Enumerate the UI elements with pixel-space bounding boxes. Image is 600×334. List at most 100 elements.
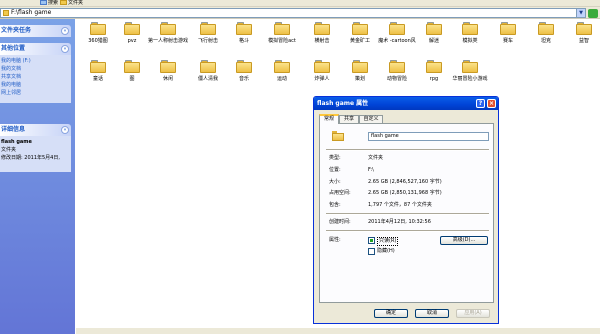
folder-icon bbox=[90, 22, 106, 35]
folder-icon bbox=[3, 10, 9, 16]
folder-icon bbox=[576, 22, 592, 35]
folder-icon bbox=[274, 60, 290, 73]
search-button[interactable]: 搜索 bbox=[40, 0, 58, 6]
readonly-checkbox[interactable] bbox=[368, 237, 375, 244]
folder-item[interactable]: 运动 bbox=[260, 60, 304, 98]
details-panel: 详细信息 « flash game 文件夹 修改日期: 2011年5月4日, bbox=[0, 124, 71, 172]
created-label: 创建时间: bbox=[329, 219, 351, 225]
location-label: 位置: bbox=[329, 167, 341, 173]
address-path: F:\flash game bbox=[11, 9, 52, 16]
details-name: flash game bbox=[1, 139, 32, 145]
place-link[interactable]: 我的电脑 (F:) bbox=[1, 57, 70, 65]
divider bbox=[326, 213, 489, 215]
readonly-label[interactable]: 只读(R) bbox=[377, 237, 399, 246]
advanced-button[interactable]: 高级(D)... bbox=[440, 236, 488, 245]
contains-value: 1,797 个文件，87 个文件夹 bbox=[368, 202, 432, 208]
folder-item[interactable]: 益智 bbox=[562, 22, 600, 60]
folder-icon bbox=[352, 22, 368, 35]
place-link[interactable]: 网上邻居 bbox=[1, 89, 70, 97]
folder-name-input[interactable]: flash game bbox=[368, 132, 489, 141]
folder-icon bbox=[200, 22, 216, 35]
toolbar: 搜索 文件夹 bbox=[0, 0, 600, 7]
folder-icon bbox=[236, 22, 252, 35]
folder-icon bbox=[124, 60, 140, 73]
cancel-button[interactable]: 取消 bbox=[415, 309, 449, 318]
tasks-panel-header[interactable]: 文件夹任务 « bbox=[0, 25, 71, 37]
folder-icon bbox=[160, 22, 176, 35]
address-field[interactable]: F:\flash game ▼ bbox=[0, 8, 586, 18]
details-title: 详细信息 bbox=[1, 126, 26, 133]
folder-icon bbox=[389, 22, 405, 35]
folder-icon bbox=[314, 60, 330, 73]
folder-icon bbox=[60, 0, 67, 5]
folder-icon bbox=[426, 22, 442, 35]
folders-label: 文件夹 bbox=[68, 0, 84, 6]
folders-button[interactable]: 文件夹 bbox=[60, 0, 83, 6]
size-on-disk-label: 占用空间: bbox=[329, 190, 351, 196]
attributes-label: 属性: bbox=[329, 237, 341, 243]
folder-item[interactable]: 第一人称射击游戏 bbox=[146, 22, 190, 60]
folder-label: 第一人称射击游戏 bbox=[147, 38, 188, 44]
size-on-disk-value: 2.65 GB (2,850,131,968 字节) bbox=[368, 190, 442, 196]
size-value: 2.65 GB (2,846,527,160 字节) bbox=[368, 179, 442, 185]
other-places-body: 我的电脑 (F:) 我的文档 共享文档 我的电脑 网上邻居 bbox=[0, 55, 71, 103]
other-places-title: 其他位置 bbox=[1, 45, 26, 52]
tab-customize[interactable]: 自定义 bbox=[359, 115, 383, 123]
close-icon[interactable]: × bbox=[487, 99, 496, 108]
contains-label: 包含: bbox=[329, 202, 341, 208]
folder-icon bbox=[124, 22, 140, 35]
collapse-icon[interactable]: « bbox=[61, 126, 69, 134]
explorer-window: 搜索 文件夹 F:\flash game ▼ 文件夹任务 « 其他位置 « 我的 bbox=[0, 0, 600, 334]
collapse-icon[interactable]: « bbox=[61, 45, 69, 53]
tab-general[interactable]: 常规 bbox=[319, 114, 339, 124]
chevron-down-icon[interactable]: ▼ bbox=[576, 9, 585, 17]
place-link[interactable]: 共享文档 bbox=[1, 73, 70, 81]
status-bar bbox=[76, 328, 600, 334]
folder-icon bbox=[160, 60, 176, 73]
hidden-checkbox[interactable] bbox=[368, 248, 375, 255]
properties-dialog: flash game 属性 ? × 常规 共享 自定义 flash game 类… bbox=[313, 96, 499, 324]
folder-item[interactable]: 模拟冒险act bbox=[260, 22, 304, 60]
tasks-panel-title: 文件夹任务 bbox=[1, 27, 32, 34]
tab-sharing[interactable]: 共享 bbox=[339, 115, 359, 123]
folder-icon bbox=[332, 131, 344, 141]
apply-button[interactable]: 应用(A) bbox=[456, 309, 490, 318]
folder-icon bbox=[462, 60, 478, 73]
collapse-icon[interactable]: « bbox=[61, 27, 69, 35]
address-bar: F:\flash game ▼ bbox=[0, 7, 600, 19]
folder-label: 华丽冒险小游戏 bbox=[452, 76, 488, 82]
folder-label: 休闲 bbox=[162, 76, 173, 82]
details-type: 文件夹 bbox=[1, 147, 17, 153]
folder-icon bbox=[500, 22, 516, 35]
details-header[interactable]: 详细信息 « bbox=[0, 124, 71, 136]
folder-icon bbox=[462, 22, 478, 35]
folder-icon bbox=[426, 60, 442, 73]
divider bbox=[326, 230, 489, 232]
dialog-titlebar[interactable]: flash game 属性 ? × bbox=[314, 97, 498, 110]
folder-icon bbox=[352, 60, 368, 73]
place-link[interactable]: 我的文档 bbox=[1, 65, 70, 73]
hidden-label[interactable]: 隐藏(H) bbox=[377, 248, 395, 255]
details-body: flash game 文件夹 修改日期: 2011年5月4日, bbox=[0, 136, 71, 172]
folder-label: 益智 bbox=[578, 38, 589, 44]
folder-icon bbox=[314, 22, 330, 35]
type-label: 类型: bbox=[329, 155, 341, 161]
size-label: 大小: bbox=[329, 179, 341, 185]
help-icon[interactable]: ? bbox=[476, 99, 485, 108]
ok-button[interactable]: 确定 bbox=[374, 309, 408, 318]
folder-item[interactable]: 休闲 bbox=[146, 60, 190, 98]
folder-label: 模拟冒险act bbox=[268, 38, 296, 44]
folder-icon bbox=[236, 60, 252, 73]
folder-icon bbox=[538, 22, 554, 35]
other-places-header[interactable]: 其他位置 « bbox=[0, 43, 71, 55]
folder-icon bbox=[274, 22, 290, 35]
folder-icon bbox=[389, 60, 405, 73]
folder-icon bbox=[200, 60, 216, 73]
folder-item[interactable]: 华丽冒险小游戏 bbox=[448, 60, 492, 98]
tasks-panel: 文件夹任务 « bbox=[0, 25, 71, 37]
type-value: 文件夹 bbox=[368, 155, 384, 161]
place-link[interactable]: 我的电脑 bbox=[1, 81, 70, 89]
divider bbox=[326, 149, 489, 151]
go-button[interactable] bbox=[588, 9, 598, 18]
search-icon bbox=[40, 0, 47, 5]
